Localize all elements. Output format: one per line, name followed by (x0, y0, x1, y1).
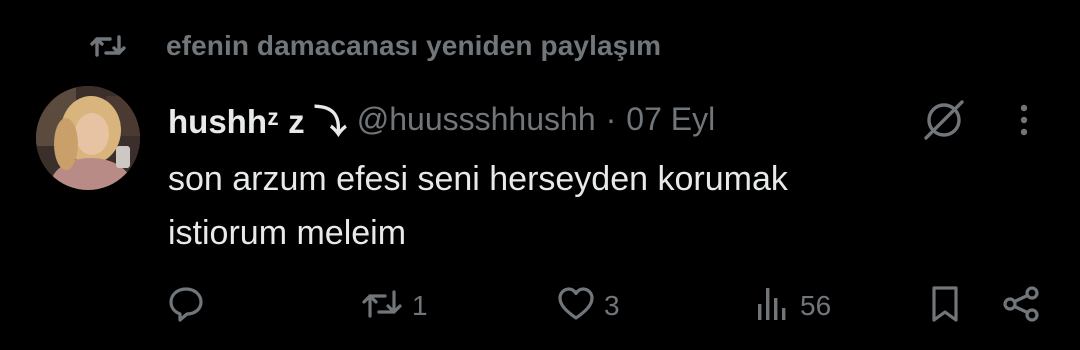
avatar[interactable] (36, 86, 140, 190)
views-count: 56 (800, 290, 832, 321)
repost-label[interactable]: efenin damacanası yeniden paylaşım (166, 30, 661, 62)
heart-icon (556, 284, 596, 329)
views-button[interactable]: 56 (752, 282, 831, 330)
separator-dot: · (605, 100, 617, 137)
bookmark-icon (926, 284, 964, 329)
more-options-icon[interactable] (1008, 98, 1040, 142)
tweet-actions: 1 3 56 (0, 282, 1080, 330)
repost-icon (360, 286, 404, 327)
reply-button[interactable] (166, 282, 206, 330)
tweet-date[interactable]: 07 Eyl (626, 101, 715, 138)
views-icon (752, 284, 792, 329)
reply-icon (166, 284, 206, 329)
repost-count: 1 (412, 290, 428, 321)
repost-indicator[interactable]: efenin damacanası yeniden paylaşım (88, 26, 661, 66)
display-name[interactable]: hushhᶻ z ⤵ (168, 95, 347, 143)
like-count: 3 (604, 290, 620, 321)
user-handle[interactable]: @huussshhushh (357, 101, 596, 138)
tweet-text-line: son arzum efesi seni herseyden korumak (168, 160, 788, 198)
like-button[interactable]: 3 (556, 282, 620, 330)
bookmark-button[interactable] (926, 282, 964, 330)
tweet-text-line: istiorum meleim (168, 214, 407, 252)
repost-icon (88, 28, 132, 64)
repost-button[interactable]: 1 (360, 282, 428, 330)
tweet-text: son arzum efesi seni herseyden korumak i… (168, 152, 1028, 260)
tweet-header: hushhᶻ z ⤵ @huussshhushh · 07 Eyl (168, 96, 715, 142)
grok-icon[interactable] (920, 98, 968, 142)
share-button[interactable] (1000, 282, 1044, 330)
share-icon (1000, 284, 1044, 329)
